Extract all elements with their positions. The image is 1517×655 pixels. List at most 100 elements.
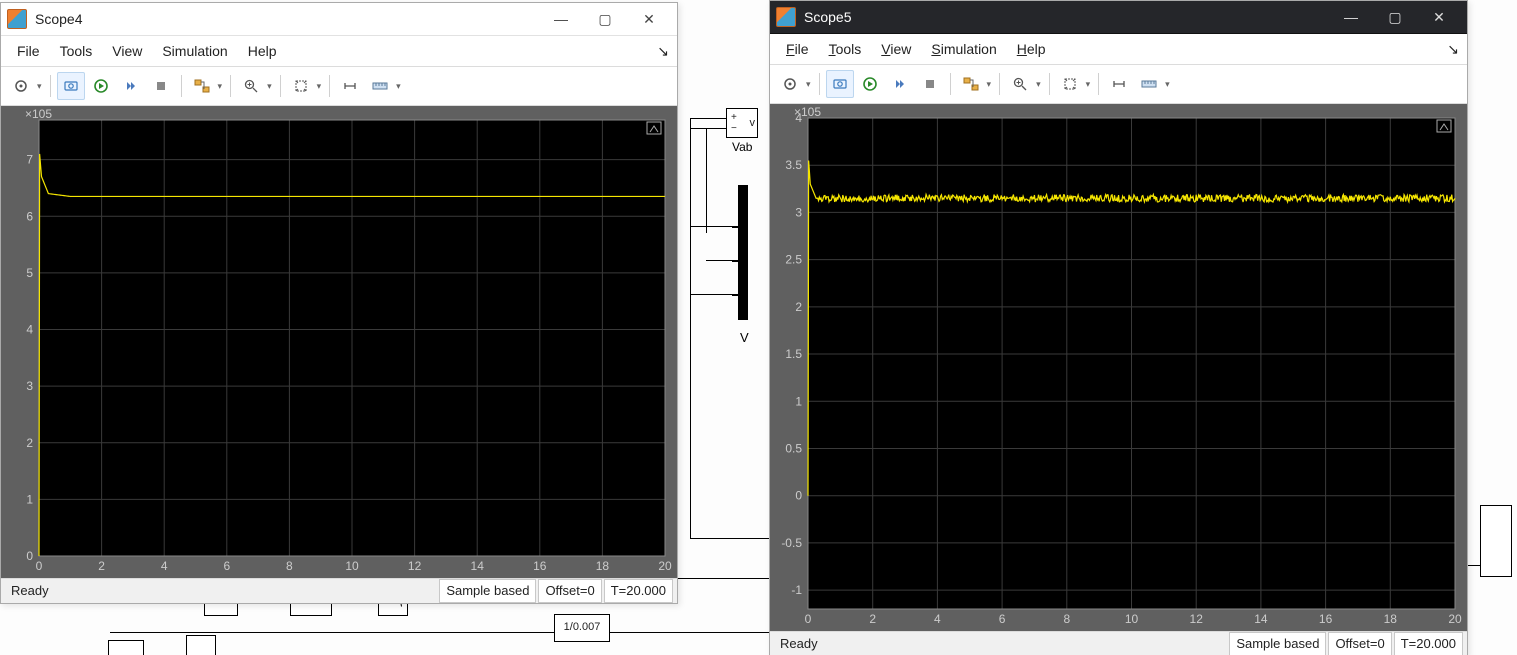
scope5-chart[interactable]: 02468101214161820-1-0.500.511.522.533.54…	[770, 104, 1467, 631]
svg-text:5: 5	[26, 266, 33, 280]
signals-dropdown[interactable]: ▾	[985, 79, 994, 90]
minimize-button[interactable]: —	[539, 5, 583, 33]
svg-text:×105: ×105	[25, 107, 52, 121]
maximize-button[interactable]: ▢	[1373, 3, 1417, 31]
measurements-button[interactable]	[336, 72, 364, 100]
svg-text:16: 16	[1319, 612, 1333, 626]
ruler-button[interactable]	[1135, 70, 1163, 98]
svg-text:14: 14	[471, 559, 485, 573]
menubar: File Tools View Simulation Help ↘	[1, 36, 677, 67]
close-button[interactable]: ✕	[627, 5, 671, 33]
run-button[interactable]	[87, 72, 115, 100]
measurements-button[interactable]	[1105, 70, 1133, 98]
menu-tools[interactable]: Tools	[821, 39, 870, 59]
menu-simulation[interactable]: Simulation	[154, 41, 235, 61]
svg-text:6: 6	[999, 612, 1006, 626]
signals-dropdown[interactable]: ▾	[216, 81, 225, 92]
autoscale-button[interactable]	[1056, 70, 1084, 98]
scope4-chart[interactable]: 0246810121416182001234567×105	[1, 106, 677, 578]
svg-text:-1: -1	[791, 583, 802, 597]
menu-file[interactable]: File	[778, 39, 817, 59]
signals-button[interactable]	[957, 70, 985, 98]
svg-text:0: 0	[805, 612, 812, 626]
svg-text:8: 8	[286, 559, 293, 573]
svg-text:14: 14	[1254, 612, 1268, 626]
ruler-dropdown[interactable]: ▾	[394, 81, 403, 92]
maximize-button[interactable]: ▢	[583, 5, 627, 33]
gain-block: 1/0.007	[554, 614, 610, 642]
svg-text:-0.5: -0.5	[781, 536, 802, 550]
status-mode: Sample based	[439, 579, 536, 603]
svg-text:4: 4	[161, 559, 168, 573]
toolbar: ▾ ▾ ▾ ▾ ▾	[1, 67, 677, 106]
block-label-v: V	[740, 330, 749, 345]
zoom-dropdown[interactable]: ▾	[265, 81, 274, 92]
ruler-button[interactable]	[366, 72, 394, 100]
svg-text:2: 2	[795, 300, 802, 314]
status-ready: Ready	[774, 633, 824, 655]
autoscale-dropdown[interactable]: ▾	[315, 81, 324, 92]
menubar: File Tools View Simulation Help ↘	[770, 34, 1467, 65]
dock-icon[interactable]: ↘	[657, 43, 669, 60]
status-offset: Offset=0	[538, 579, 601, 603]
stop-button[interactable]	[147, 72, 175, 100]
zoom-button[interactable]	[237, 72, 265, 100]
svg-text:6: 6	[26, 209, 33, 223]
status-time: T=20.000	[604, 579, 673, 603]
signals-button[interactable]	[188, 72, 216, 100]
statusbar: Ready Sample based Offset=0 T=20.000	[1, 578, 677, 603]
svg-text:0: 0	[795, 489, 802, 503]
close-button[interactable]: ✕	[1417, 3, 1461, 31]
menu-view[interactable]: View	[873, 39, 919, 59]
zoom-dropdown[interactable]: ▾	[1034, 79, 1043, 90]
stop-button[interactable]	[916, 70, 944, 98]
svg-text:8: 8	[1063, 612, 1070, 626]
svg-text:2: 2	[869, 612, 876, 626]
run-button[interactable]	[856, 70, 884, 98]
svg-text:4: 4	[26, 323, 33, 337]
matlab-icon	[7, 9, 27, 29]
svg-text:1: 1	[795, 394, 802, 408]
camera-button[interactable]	[826, 70, 854, 98]
block-label-vab: Vab	[732, 140, 752, 154]
settings-button[interactable]	[7, 72, 35, 100]
minimize-button[interactable]: —	[1329, 3, 1373, 31]
svg-text:0: 0	[26, 549, 33, 563]
camera-button[interactable]	[57, 72, 85, 100]
settings-dropdown[interactable]: ▾	[804, 79, 813, 90]
zoom-button[interactable]	[1006, 70, 1034, 98]
step-button[interactable]	[117, 72, 145, 100]
menu-help[interactable]: Help	[1009, 39, 1054, 59]
svg-text:20: 20	[1448, 612, 1462, 626]
svg-text:2.5: 2.5	[785, 253, 802, 267]
plot-area: 02468101214161820-1-0.500.511.522.533.54…	[770, 104, 1467, 631]
status-time: T=20.000	[1394, 632, 1463, 655]
ruler-dropdown[interactable]: ▾	[1163, 79, 1172, 90]
menu-view[interactable]: View	[104, 41, 150, 61]
menu-simulation[interactable]: Simulation	[923, 39, 1004, 59]
titlebar[interactable]: Scope5 — ▢ ✕	[770, 1, 1467, 34]
svg-text:4: 4	[934, 612, 941, 626]
menu-tools[interactable]: Tools	[52, 41, 101, 61]
autoscale-dropdown[interactable]: ▾	[1084, 79, 1093, 90]
step-button[interactable]	[886, 70, 914, 98]
svg-text:18: 18	[596, 559, 610, 573]
dock-icon[interactable]: ↘	[1447, 41, 1459, 58]
svg-text:1.5: 1.5	[785, 347, 802, 361]
svg-text:20: 20	[658, 559, 672, 573]
titlebar[interactable]: Scope4 — ▢ ✕	[1, 3, 677, 36]
svg-text:7: 7	[26, 153, 33, 167]
svg-text:0: 0	[36, 559, 43, 573]
matlab-icon	[776, 7, 796, 27]
svg-text:0.5: 0.5	[785, 441, 802, 455]
settings-dropdown[interactable]: ▾	[35, 81, 44, 92]
menu-help[interactable]: Help	[240, 41, 285, 61]
svg-text:3: 3	[26, 379, 33, 393]
autoscale-button[interactable]	[287, 72, 315, 100]
toolbar: ▾ ▾ ▾ ▾ ▾	[770, 65, 1467, 104]
svg-text:2: 2	[98, 559, 105, 573]
menu-file[interactable]: File	[9, 41, 48, 61]
scope4-window: Scope4 — ▢ ✕ File Tools View Simulation …	[0, 2, 678, 604]
svg-text:12: 12	[408, 559, 422, 573]
settings-button[interactable]	[776, 70, 804, 98]
